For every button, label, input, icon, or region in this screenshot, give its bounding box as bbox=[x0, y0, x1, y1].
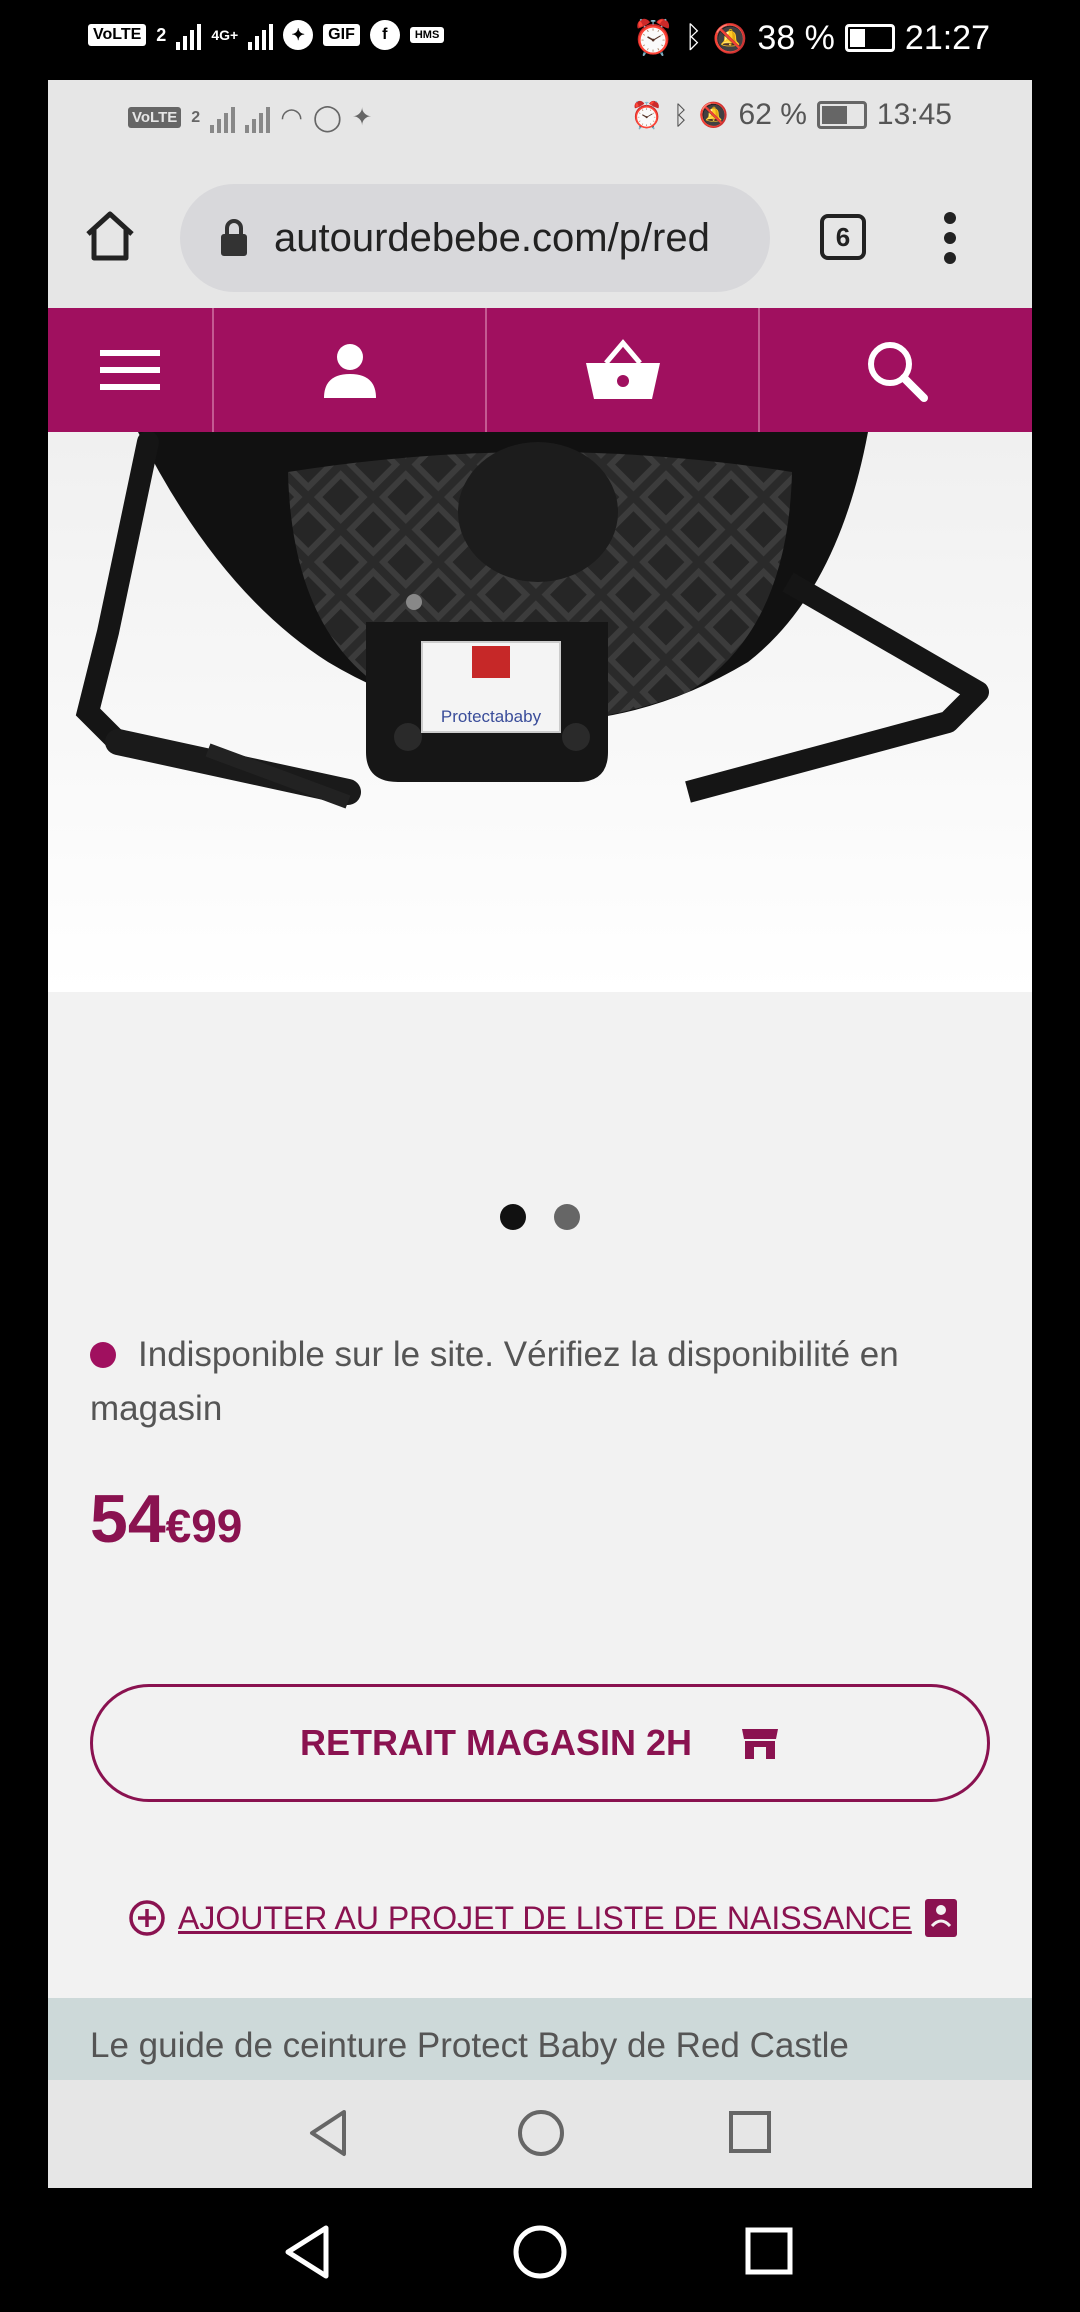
sim-number: 2 bbox=[191, 108, 201, 126]
search-icon bbox=[868, 342, 928, 402]
whatsapp-icon: ◯ bbox=[312, 102, 342, 132]
browser-toolbar: autourdebebe.com/p/red 6 bbox=[48, 160, 1032, 308]
url-text: autourdebebe.com/p/red bbox=[274, 215, 710, 260]
overflow-menu-button[interactable] bbox=[942, 212, 958, 264]
menu-button[interactable] bbox=[48, 308, 214, 432]
inner-navigation-bar bbox=[48, 2080, 1032, 2188]
store-pickup-label: RETRAIT MAGASIN 2H bbox=[299, 1722, 692, 1763]
outer-navigation-bar bbox=[0, 2188, 1080, 2312]
clock: 13:45 bbox=[876, 98, 952, 131]
recents-icon[interactable] bbox=[728, 2110, 772, 2154]
signal-icon bbox=[210, 103, 236, 133]
signal-icon-2 bbox=[248, 20, 274, 50]
plus-circle-icon bbox=[129, 1900, 165, 1936]
price-euros: 54 bbox=[90, 1481, 166, 1557]
home-button[interactable] bbox=[80, 206, 140, 266]
battery-icon bbox=[844, 24, 895, 52]
inner-status-bar: VoLTE 2 ◠ ◯ ✦ ⏰ ᛒ 🔕 62 % 13:45 bbox=[48, 80, 1032, 160]
network-label: 4G+ bbox=[211, 27, 239, 43]
hamburger-icon bbox=[100, 350, 160, 390]
gif-badge: GIF bbox=[323, 24, 360, 46]
alarm-icon: ⏰ bbox=[630, 99, 664, 130]
belt-guide-illustration: Protectababy bbox=[75, 432, 989, 809]
birth-list-label: AJOUTER AU PROJET DE LISTE DE NAISSANCE bbox=[178, 1899, 912, 1936]
inner-status-left: VoLTE 2 ◠ ◯ ✦ bbox=[128, 102, 372, 133]
store-pickup-button[interactable]: RETRAIT MAGASIN 2H bbox=[90, 1684, 990, 1802]
recents-icon[interactable] bbox=[744, 2226, 794, 2276]
facebook-icon: f bbox=[369, 20, 400, 50]
product-price: 54€99 bbox=[90, 1480, 242, 1558]
wifi-icon: ◠ bbox=[280, 102, 303, 132]
sim-number: 2 bbox=[156, 24, 167, 45]
alarm-icon: ⏰ bbox=[632, 19, 675, 57]
mute-icon: 🔕 bbox=[698, 101, 729, 129]
availability-status: Indisponible sur le site. Vérifiez la di… bbox=[90, 1328, 990, 1436]
mute-icon: 🔕 bbox=[712, 22, 748, 54]
outer-status-left: VoLTE 2 4G+ ✦ GIF f HMS bbox=[88, 20, 445, 50]
price-cents: €99 bbox=[165, 1500, 243, 1552]
home-nav-icon[interactable] bbox=[516, 2108, 566, 2158]
outer-status-right: ⏰ ᛒ 🔕 38 % 21:27 bbox=[632, 18, 990, 58]
gift-icon bbox=[924, 1899, 957, 1937]
battery-percent: 38 % bbox=[757, 18, 835, 57]
battery-percent: 62 % bbox=[738, 98, 807, 131]
signal-icon-2 bbox=[245, 103, 271, 133]
volte-badge: VoLTE bbox=[128, 107, 182, 128]
address-bar[interactable]: autourdebebe.com/p/red bbox=[180, 184, 770, 292]
back-icon[interactable] bbox=[282, 2224, 332, 2280]
inner-screen: VoLTE 2 ◠ ◯ ✦ ⏰ ᛒ 🔕 62 % 13:45 autourdeb… bbox=[48, 80, 1032, 2188]
home-icon bbox=[86, 211, 134, 261]
birth-list-link[interactable]: AJOUTER AU PROJET DE LISTE DE NAISSANCE bbox=[128, 1898, 958, 1938]
basket-icon bbox=[585, 339, 660, 399]
carousel-dots bbox=[48, 1204, 1032, 1230]
availability-text: Indisponible sur le site. Vérifiez la di… bbox=[90, 1335, 899, 1428]
messenger-icon: ✦ bbox=[283, 20, 314, 50]
volte-badge: VoLTE bbox=[88, 24, 147, 46]
battery-icon bbox=[816, 101, 867, 129]
account-button[interactable] bbox=[214, 308, 487, 432]
lock-icon bbox=[221, 219, 247, 256]
hms-badge: HMS bbox=[409, 27, 445, 43]
status-dot bbox=[90, 1342, 116, 1368]
carousel-dot-1[interactable] bbox=[500, 1204, 526, 1230]
bluetooth-icon: ᛒ bbox=[673, 99, 689, 130]
store-icon bbox=[742, 1729, 778, 1759]
home-nav-icon[interactable] bbox=[512, 2224, 568, 2280]
product-label-text: Protectababy bbox=[441, 707, 542, 726]
outer-status-bar: VoLTE 2 4G+ ✦ GIF f HMS ⏰ ᛒ 🔕 38 % 21:27 bbox=[0, 0, 1080, 80]
back-icon[interactable] bbox=[306, 2108, 350, 2158]
inner-status-right: ⏰ ᛒ 🔕 62 % 13:45 bbox=[631, 98, 952, 132]
basket-button[interactable] bbox=[487, 308, 760, 432]
product-description-title: Le guide de ceinture Protect Baby de Red… bbox=[90, 2026, 849, 2065]
clock: 21:27 bbox=[904, 18, 990, 57]
messenger-icon: ✦ bbox=[351, 104, 373, 131]
site-nav-bar bbox=[48, 308, 1032, 432]
search-button[interactable] bbox=[760, 308, 1032, 432]
bluetooth-icon: ᛒ bbox=[684, 21, 703, 54]
tab-switcher-button[interactable]: 6 bbox=[820, 214, 866, 260]
product-image[interactable]: Protectababy bbox=[48, 432, 1032, 992]
user-icon bbox=[323, 344, 376, 398]
signal-icon bbox=[176, 20, 202, 50]
carousel-dot-2[interactable] bbox=[554, 1204, 580, 1230]
